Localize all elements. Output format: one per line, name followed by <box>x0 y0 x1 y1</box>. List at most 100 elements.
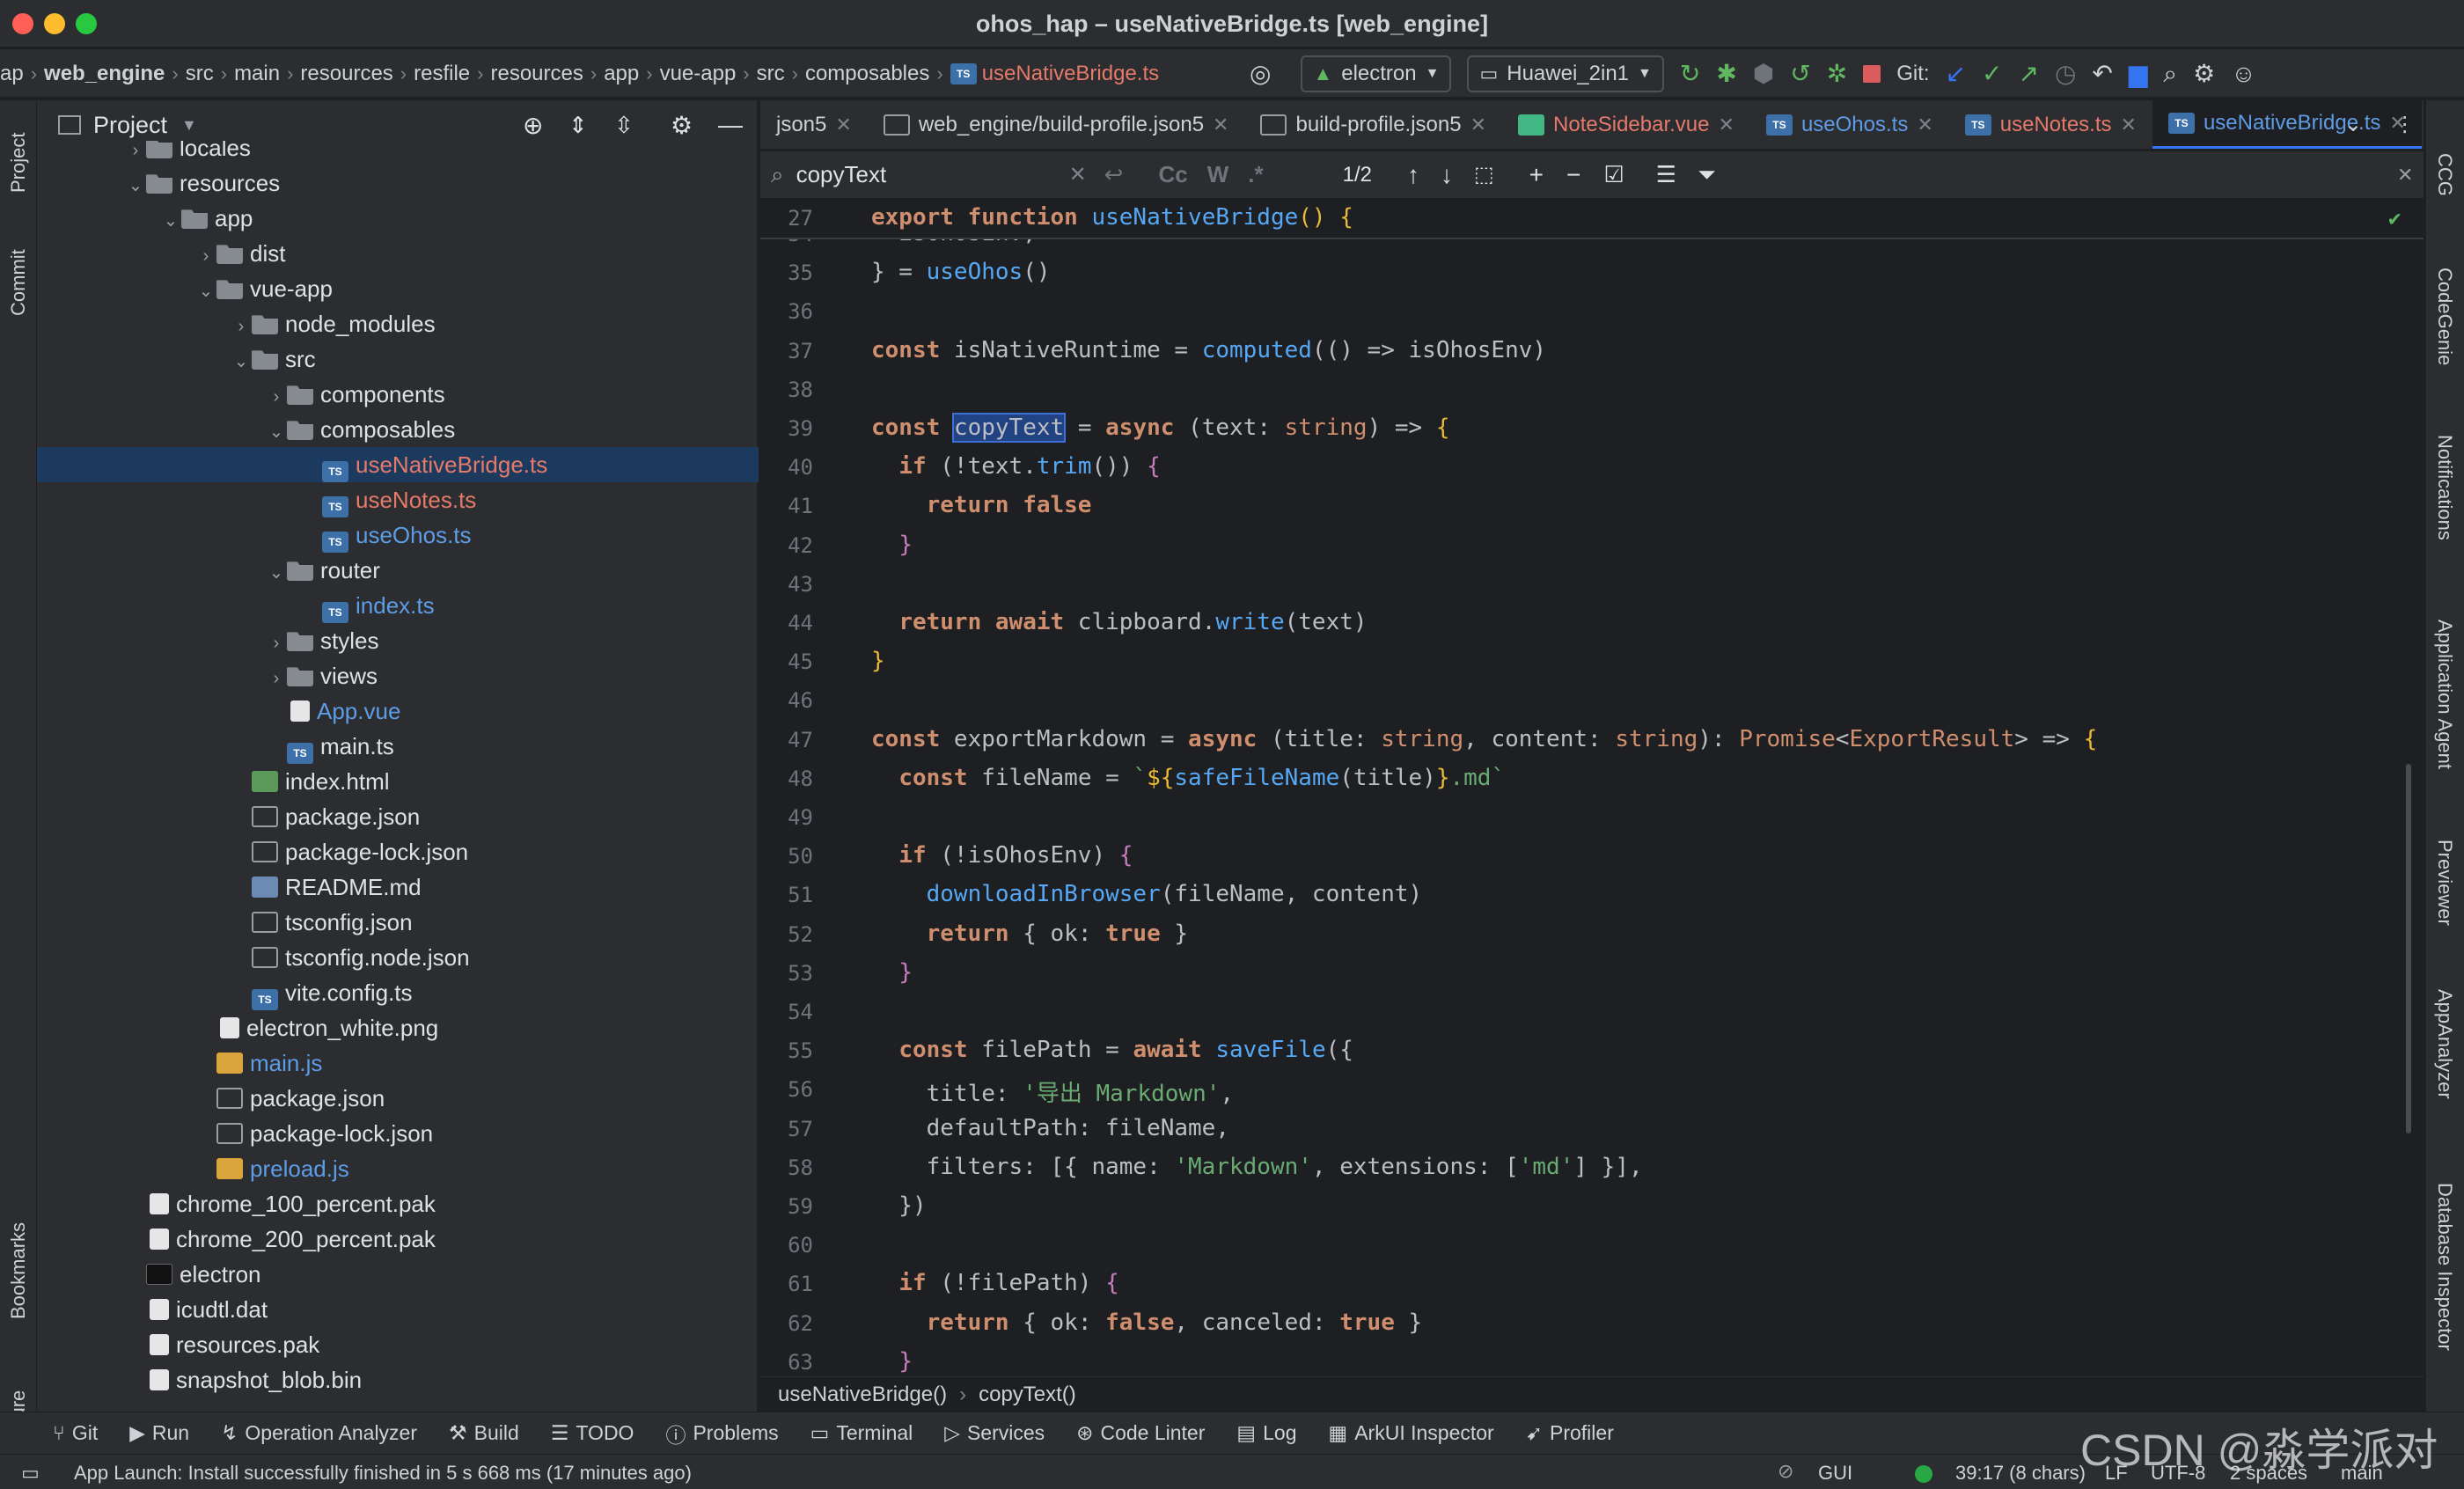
appanalyzer-tool-tab[interactable]: AppAnalyzer <box>2433 989 2456 1099</box>
gear-icon[interactable]: ⚙ <box>671 111 693 140</box>
codegenie-tool-tab[interactable]: CodeGenie <box>2433 268 2456 365</box>
chevron-right-icon[interactable]: › <box>266 379 287 414</box>
code-line[interactable]: const filePath = await saveFile({ <box>871 1037 1353 1063</box>
select-in-editor-icon[interactable]: ⬚ <box>1474 162 1494 187</box>
tree-item[interactable]: ⌄ app <box>37 201 759 236</box>
search-icon[interactable]: ⌕ <box>2163 62 2177 86</box>
code-line[interactable]: if (!isOhosEnv) { <box>871 842 1133 869</box>
tree-item[interactable]: TS useNativeBridge.ts <box>37 447 759 482</box>
project-tool-tab[interactable]: Project <box>7 133 30 193</box>
tree-item[interactable]: package-lock.json <box>37 1116 759 1151</box>
code-line[interactable]: } = useOhos() <box>871 259 1051 285</box>
git-update-icon[interactable]: ↙ <box>1946 62 1966 86</box>
tree-item[interactable]: README.md <box>37 869 759 905</box>
rollback-icon[interactable]: ↶ <box>2092 62 2112 86</box>
tree-item[interactable]: App.vue <box>37 693 759 729</box>
expand-all-icon[interactable]: ⇕ <box>568 112 588 139</box>
tree-item[interactable]: ⌄ src <box>37 341 759 377</box>
collapse-all-icon[interactable]: ⇳ <box>614 112 634 139</box>
chevron-down-icon[interactable]: ⌄ <box>266 555 287 590</box>
chevron-down-icon[interactable]: ⌄ <box>125 168 146 203</box>
breadcrumb-item[interactable]: src <box>186 62 214 86</box>
select-all-occurrences-icon[interactable]: ☑ <box>1603 161 1624 188</box>
tree-item[interactable]: › dist <box>37 236 759 271</box>
tree-item[interactable]: electron_white.png <box>37 1010 759 1045</box>
tree-item[interactable]: package.json <box>37 1081 759 1116</box>
close-tab-icon[interactable]: ✕ <box>1917 114 1932 136</box>
close-tab-icon[interactable]: ✕ <box>1719 114 1734 136</box>
code-line[interactable]: const fileName = `${safeFileName(title)}… <box>871 765 1505 791</box>
tree-item[interactable]: TS index.ts <box>37 588 759 623</box>
application-agent-tool-tab[interactable]: Application Agent <box>2433 620 2456 769</box>
tool-window-button[interactable]: ▤ Log <box>1236 1421 1296 1445</box>
tree-item[interactable]: resources.pak <box>37 1327 759 1362</box>
notifications-tool-tab[interactable]: Notifications <box>2433 435 2456 540</box>
tool-window-button[interactable]: ▭ Terminal <box>810 1421 913 1445</box>
breadcrumb-item[interactable]: src <box>757 62 785 86</box>
breadcrumb-item[interactable]: resources <box>490 62 583 86</box>
database-inspector-tool-tab[interactable]: Database Inspector <box>2433 1183 2456 1351</box>
code-line[interactable]: const copyText = async (text: string) =>… <box>871 413 1450 443</box>
previewer-tool-tab[interactable]: Previewer <box>2433 840 2456 926</box>
tree-item[interactable]: TS useNotes.ts <box>37 482 759 517</box>
tool-window-button[interactable]: ➹ Profiler <box>1526 1421 1614 1445</box>
code-line[interactable]: filters: [{ name: 'Markdown', extensions… <box>871 1154 1643 1180</box>
close-tab-icon[interactable]: ✕ <box>2121 114 2137 136</box>
history-icon[interactable]: ↩ <box>1104 161 1124 188</box>
stop-icon[interactable] <box>1863 65 1881 83</box>
clear-icon[interactable]: ✕ <box>1069 162 1087 187</box>
code-line[interactable]: return { ok: false, canceled: true } <box>871 1309 1423 1336</box>
code-line[interactable]: title: '导出 Markdown', <box>871 1075 1234 1108</box>
editor-tab[interactable]: web_engine/build-profile.json5 ✕ <box>868 100 1245 149</box>
tree-item[interactable]: main.js <box>37 1045 759 1081</box>
add-occurrence-icon[interactable]: + <box>1529 161 1544 189</box>
account-icon[interactable]: ☺ <box>2231 62 2256 86</box>
breadcrumb-function[interactable]: copyText() <box>979 1383 1076 1407</box>
breadcrumb-item[interactable]: app <box>604 62 639 86</box>
code-line[interactable]: return false <box>871 492 1092 518</box>
caret-position[interactable]: 39:17 (8 chars) <box>1955 1462 2086 1485</box>
tree-item[interactable]: TS useOhos.ts <box>37 517 759 553</box>
close-tab-icon[interactable]: ✕ <box>835 114 851 136</box>
chevron-right-icon[interactable]: › <box>266 626 287 661</box>
code-line[interactable]: } <box>871 648 885 674</box>
tool-window-button[interactable]: ▶ Run <box>129 1421 189 1445</box>
tree-item[interactable]: index.html <box>37 764 759 799</box>
tree-item[interactable]: chrome_100_percent.pak <box>37 1186 759 1221</box>
chevron-down-icon[interactable]: ▼ <box>181 116 197 135</box>
breadcrumb-item[interactable]: useNativeBridge.ts <box>982 62 1159 86</box>
editor-tab[interactable]: TS useOhos.ts ✕ <box>1750 100 1949 149</box>
profile-icon[interactable]: ✲ <box>1827 62 1847 86</box>
chevron-right-icon[interactable]: › <box>266 661 287 696</box>
code-line[interactable]: } <box>871 532 913 558</box>
tree-item[interactable]: TS main.ts <box>37 729 759 764</box>
regex-toggle[interactable]: .* <box>1248 161 1263 188</box>
gear-icon[interactable]: ⚙ <box>2193 62 2215 86</box>
find-input[interactable]: copyText <box>796 161 1069 188</box>
code-line[interactable]: return await clipboard.write(text) <box>871 609 1367 635</box>
tree-item[interactable]: package.json <box>37 799 759 834</box>
code-line[interactable]: } <box>871 959 913 986</box>
panel-toggle-icon[interactable]: ▭ <box>21 1462 40 1485</box>
tree-item[interactable]: package-lock.json <box>37 834 759 869</box>
git-push-icon[interactable]: ↗ <box>2018 62 2038 86</box>
breadcrumb-item[interactable]: web_engine <box>44 62 165 86</box>
next-match-icon[interactable]: ↓ <box>1441 161 1453 189</box>
remove-occurrence-icon[interactable]: − <box>1566 161 1580 189</box>
breadcrumb-item[interactable]: ap <box>0 62 24 86</box>
bookmarks-tool-tab[interactable]: Bookmarks <box>7 1222 30 1319</box>
tree-item[interactable]: ⌄ composables <box>37 412 759 447</box>
close-find-icon[interactable]: ✕ <box>2397 164 2413 187</box>
chevron-right-icon[interactable]: › <box>231 309 252 344</box>
history-icon[interactable]: ◷ <box>2055 62 2076 86</box>
device-dropdown[interactable]: ▭ Huawei_2in1 ▼ <box>1467 55 1664 92</box>
editor-tab[interactable]: json5 ✕ <box>760 100 868 149</box>
power-save-icon[interactable]: ⊘ <box>1778 1460 1793 1483</box>
close-tab-icon[interactable]: ✕ <box>1470 114 1486 136</box>
close-tab-icon[interactable]: ✕ <box>1213 114 1228 136</box>
hide-panel-icon[interactable]: — <box>718 111 743 139</box>
code-line[interactable]: defaultPath: fileName, <box>871 1115 1229 1141</box>
editor-tab[interactable]: TS useNotes.ts ✕ <box>1949 100 2152 149</box>
chevron-down-icon[interactable]: ⌄ <box>231 344 252 379</box>
tree-item[interactable]: › node_modules <box>37 306 759 341</box>
